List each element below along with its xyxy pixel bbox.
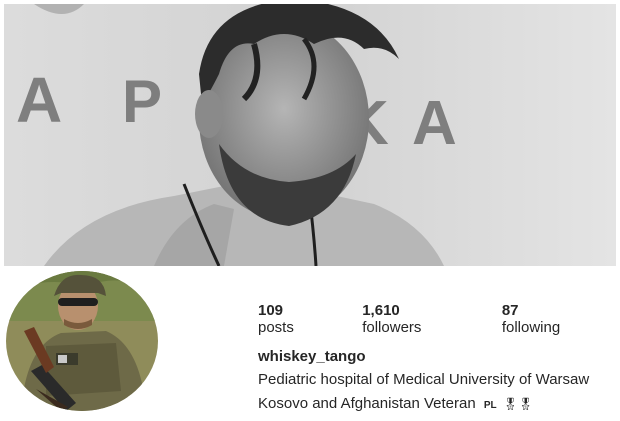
cover-photo: A P K A (4, 4, 616, 266)
posts-count: 109 (258, 302, 284, 319)
following-label: following (501, 319, 561, 336)
following-stat[interactable]: 87 following (502, 302, 580, 336)
profile-stats: 109 posts 1,610 followers 87 following (258, 302, 620, 336)
cover-photo-illustration: A P K A (4, 4, 616, 266)
bio-line-2: Kosovo and Afghanistan Veteran PL 🎖🎖 (258, 395, 533, 412)
profile-avatar[interactable] (6, 271, 158, 411)
avatar-photo (6, 271, 158, 411)
posts-stat[interactable]: 109 posts (258, 302, 322, 336)
following-count: 87 (501, 302, 519, 319)
bio-line-1: Pediatric hospital of Medical University… (258, 371, 590, 388)
posts-label: posts (258, 319, 294, 336)
followers-label: followers (362, 319, 422, 336)
followers-count: 1,610 (362, 302, 400, 319)
followers-stat[interactable]: 1,610 followers (362, 302, 462, 336)
svg-text:A: A (412, 89, 457, 158)
flag-icon: PL (483, 400, 497, 411)
bio-line-2-text: Kosovo and Afghanistan Veteran (258, 395, 476, 412)
profile-username: whiskey_tango (258, 348, 366, 365)
profile-header: 109 posts 1,610 followers 87 following w… (0, 266, 620, 421)
svg-text:P: P (122, 68, 162, 135)
svg-text:A: A (16, 64, 62, 136)
medal-icon: 🎖🎖 (502, 397, 534, 411)
